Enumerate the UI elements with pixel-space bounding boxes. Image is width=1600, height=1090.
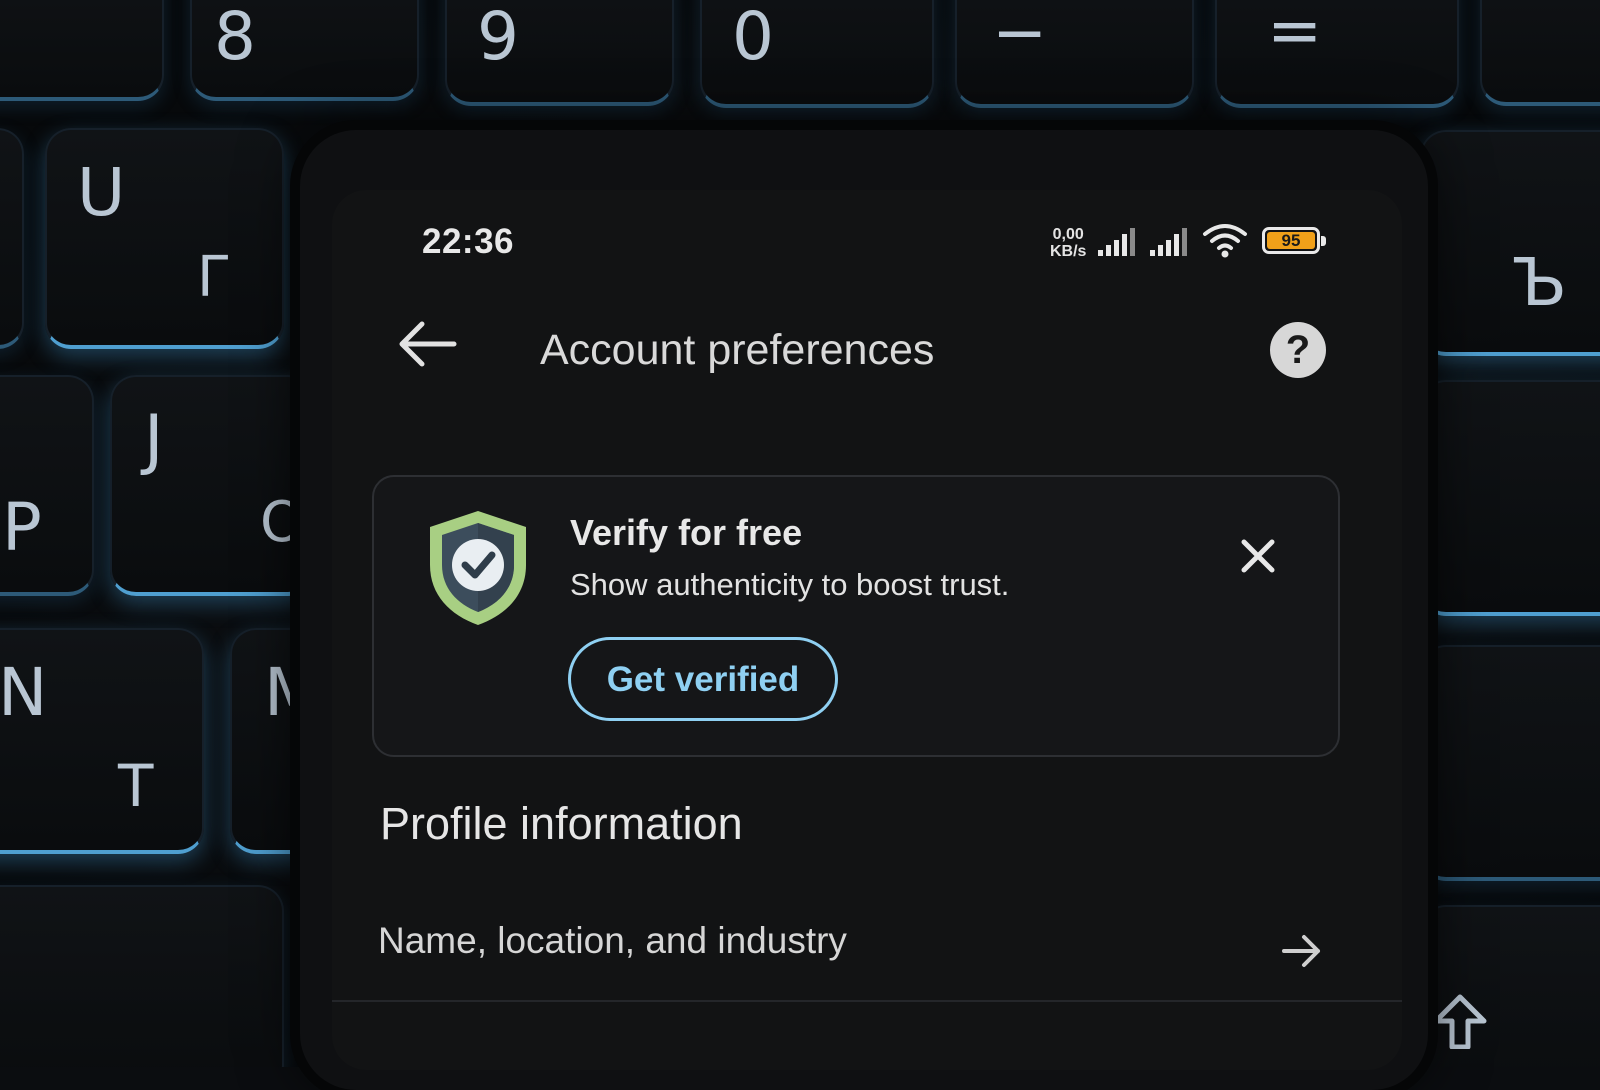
key-blank xyxy=(1480,0,1600,106)
key-label: Ъ xyxy=(1512,244,1567,321)
key-sublabel: Г xyxy=(197,245,232,310)
wifi-icon xyxy=(1203,224,1247,258)
key-t-glyph: Т xyxy=(118,752,154,820)
key-label: 9 xyxy=(477,0,519,75)
dismiss-button[interactable] xyxy=(1234,532,1282,580)
key-label: 0 xyxy=(732,0,774,75)
key-label: − xyxy=(992,0,1048,71)
battery-nub xyxy=(1321,236,1326,246)
key-minus: − xyxy=(955,0,1194,108)
key-equals: = xyxy=(1215,0,1459,108)
key-right-mid xyxy=(1420,380,1600,616)
cellular-signal-icon xyxy=(1098,228,1135,256)
key-n: N xyxy=(0,628,204,854)
key-label: N xyxy=(0,654,48,731)
page-title: Account preferences xyxy=(540,326,935,374)
battery-level: 95 xyxy=(1281,231,1301,250)
shield-check-icon xyxy=(430,511,526,625)
network-speed-unit: KB/s xyxy=(1050,243,1087,260)
key-label: P xyxy=(2,489,42,566)
key-hard-sign: Ъ xyxy=(1420,130,1600,356)
key-bottom-left xyxy=(0,885,284,1067)
close-icon xyxy=(1241,539,1275,573)
key-p: P xyxy=(0,375,94,596)
status-time: 22:36 xyxy=(422,222,515,261)
list-item[interactable]: Name, location, and industry xyxy=(332,890,1402,1002)
key-sublabel: О xyxy=(260,490,305,555)
help-icon: ? xyxy=(1285,328,1311,372)
key-label: J xyxy=(144,401,164,478)
key-left-edge xyxy=(0,0,164,101)
key-shift xyxy=(1420,905,1600,1067)
key-9: 9 xyxy=(445,0,674,106)
verify-card: Verify for free Show authenticity to boo… xyxy=(372,475,1340,757)
phone-screen: 22:36 0,00 KB/s 95 Account preferences ?… xyxy=(332,190,1402,1070)
back-button[interactable] xyxy=(394,316,464,372)
status-bar: 22:36 0,00 KB/s 95 xyxy=(332,190,1402,300)
key-j: J О xyxy=(110,375,314,596)
app-bar: Account preferences ? xyxy=(332,302,1402,392)
arrow-up-icon xyxy=(1433,994,1487,1049)
verify-subtitle: Show authenticity to boost trust. xyxy=(570,567,1010,602)
key-left-edge-2 xyxy=(0,128,24,349)
key-0: 0 xyxy=(700,0,934,108)
verify-title: Verify for free xyxy=(570,512,803,553)
network-speed-value: 0,00 xyxy=(1052,226,1084,243)
key-8: 8 xyxy=(190,0,419,101)
get-verified-button[interactable]: Get verified xyxy=(568,637,838,721)
key-label: 8 xyxy=(214,0,256,75)
arrow-left-icon xyxy=(399,321,457,367)
help-button[interactable]: ? xyxy=(1270,322,1326,378)
section-title: Profile information xyxy=(380,798,743,849)
key-u: U Г xyxy=(45,128,284,349)
key-label: U xyxy=(77,154,126,231)
network-speed: 0,00 KB/s xyxy=(1050,226,1086,260)
key-right-low xyxy=(1420,645,1600,881)
list-item-label: Name, location, and industry xyxy=(378,920,847,961)
arrow-right-icon xyxy=(1282,935,1320,967)
key-label: = xyxy=(1267,0,1323,69)
cellular-signal-2-icon xyxy=(1150,228,1187,256)
battery-icon: 95 xyxy=(1262,227,1326,254)
